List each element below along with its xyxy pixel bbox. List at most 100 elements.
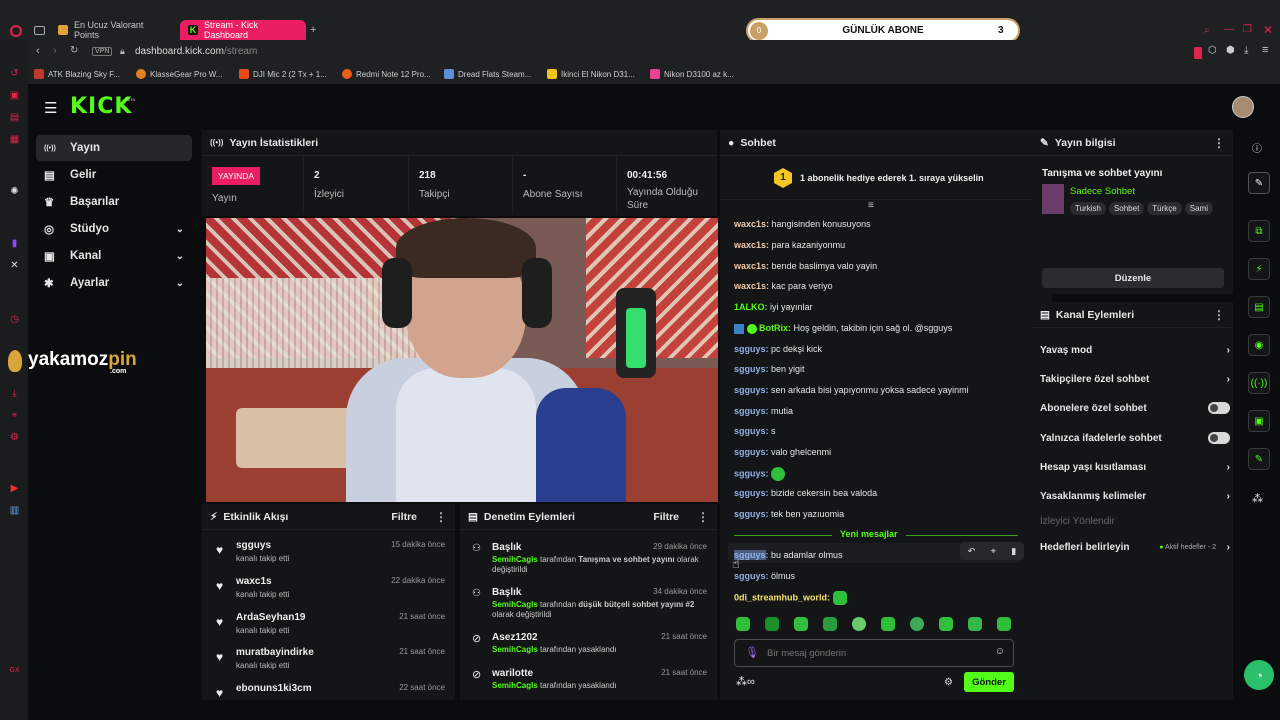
- mod-actor[interactable]: SemihCagls: [492, 600, 538, 609]
- pin-message-icon[interactable]: ⌖: [991, 546, 996, 557]
- maximize-icon[interactable]: ❐: [1243, 24, 1252, 35]
- emote-icon[interactable]: [765, 617, 779, 631]
- send-button[interactable]: Gönder: [964, 672, 1014, 692]
- action-account-age[interactable]: Hesap yaşı kısıtlaması ›: [1040, 457, 1230, 477]
- youtube-icon[interactable]: ▶: [9, 483, 20, 494]
- bookmark-item[interactable]: KlasseGear Pro W...: [136, 69, 222, 79]
- extensions-icon[interactable]: ⬡: [1208, 45, 1217, 56]
- support-chat-button[interactable]: ◔: [1244, 660, 1274, 690]
- activity-user[interactable]: waxc1s: [236, 576, 272, 587]
- chat-user[interactable]: sgguys: [734, 509, 766, 519]
- pin-icon[interactable]: ⌖: [9, 410, 20, 421]
- wallet-icon[interactable]: ▤: [9, 112, 20, 123]
- action-goals[interactable]: Hedefleri belirleyin ● Aktif hedefler - 2…: [1040, 537, 1230, 557]
- edit-tool-icon[interactable]: ✎: [1248, 172, 1270, 194]
- nav-item-gelir[interactable]: ▤ Gelir: [36, 162, 192, 188]
- kick-dots-icon[interactable]: ⁂∞: [736, 675, 755, 688]
- hamburger-menu-icon[interactable]: ☰: [44, 99, 57, 117]
- mod-title[interactable]: Asez1202: [492, 632, 538, 643]
- more-options-icon[interactable]: ⋮: [435, 510, 447, 524]
- mod-tool-icon[interactable]: ▣: [1248, 410, 1270, 432]
- back-icon[interactable]: ‹: [36, 45, 40, 57]
- gx-icon[interactable]: GX: [9, 665, 20, 676]
- close-icon[interactable]: ✕: [1263, 23, 1273, 37]
- activity-user[interactable]: muratbayindirke: [236, 647, 314, 658]
- forward-icon[interactable]: ›: [53, 45, 57, 57]
- info-icon[interactable]: ⓘ: [1252, 140, 1262, 155]
- tag[interactable]: Türkçe: [1147, 202, 1182, 215]
- action-followers-only[interactable]: Takipçilere özel sohbet ›: [1040, 369, 1230, 389]
- ai-icon[interactable]: ✺: [9, 186, 20, 197]
- chevron-down-icon[interactable]: ⌄: [176, 278, 184, 289]
- nav-item-basarilar[interactable]: ♛ Başarılar: [36, 189, 192, 215]
- chat-user[interactable]: waxc1s: [734, 281, 766, 291]
- bag-icon[interactable]: ▣: [9, 90, 20, 101]
- emote-icon[interactable]: [939, 617, 953, 631]
- chat-user[interactable]: waxc1s: [734, 261, 766, 271]
- twitch-icon[interactable]: ▮: [9, 238, 20, 249]
- emoji-icon[interactable]: ☺: [995, 646, 1005, 657]
- wrench-tool-icon[interactable]: ✎: [1248, 448, 1270, 470]
- emote-icon[interactable]: [968, 617, 982, 631]
- chat-user[interactable]: sgguys: [734, 426, 766, 436]
- kick-dots-icon[interactable]: ⁂: [1252, 492, 1263, 505]
- new-tab-button[interactable]: +: [310, 24, 316, 36]
- settings-side-icon[interactable]: ⚙: [9, 432, 20, 443]
- tag[interactable]: Turkish: [1070, 202, 1106, 215]
- chat-user[interactable]: sgguys: [734, 447, 766, 457]
- chat-user[interactable]: sgguys: [734, 385, 766, 395]
- mod-title[interactable]: warilotte: [492, 668, 533, 679]
- vpn-badge[interactable]: VPN: [92, 47, 113, 56]
- stream-video-preview[interactable]: [206, 218, 718, 502]
- activity-user[interactable]: ArdaSeyhan19: [236, 612, 305, 623]
- bookmark-item[interactable]: Dread Flats Steam...: [444, 69, 531, 79]
- edit-button[interactable]: Düzenle: [1042, 268, 1224, 288]
- bookmark-item[interactable]: Redmi Note 12 Pro...: [342, 69, 431, 79]
- history-icon[interactable]: ↺: [9, 68, 20, 79]
- minimize-icon[interactable]: —: [1224, 24, 1234, 35]
- delete-icon[interactable]: ▮: [1011, 546, 1016, 557]
- lightning-tool-icon[interactable]: ⚡︎: [1248, 258, 1270, 280]
- chevron-down-icon[interactable]: ⌄: [176, 224, 184, 235]
- emote-icon[interactable]: [852, 617, 866, 631]
- nav-item-ayarlar[interactable]: ✱ Ayarlar ⌄: [36, 270, 192, 296]
- menu-icon[interactable]: ≡: [1262, 44, 1268, 56]
- action-slow-mode[interactable]: Yavaş mod ›: [1040, 340, 1230, 360]
- filter-button[interactable]: Filtre: [653, 511, 679, 523]
- notes-tool-icon[interactable]: ▤: [1248, 296, 1270, 318]
- emote-icon[interactable]: [823, 617, 837, 631]
- chat-user[interactable]: sgguys: [734, 488, 766, 498]
- chat-user[interactable]: 0di_streamhub_world: [734, 592, 827, 602]
- mod-actor[interactable]: SemihCagls: [492, 645, 538, 654]
- filter-button[interactable]: Filtre: [391, 511, 417, 523]
- opera-logo-icon[interactable]: [10, 25, 22, 37]
- chat-user[interactable]: waxc1s: [734, 240, 766, 250]
- search-icon[interactable]: ⌕: [1204, 25, 1210, 36]
- kick-logo[interactable]: KICK: [70, 94, 132, 119]
- bookmark-item[interactable]: Nikon D3100 az k...: [650, 69, 734, 79]
- chat-input[interactable]: [767, 645, 987, 661]
- tag[interactable]: Sohbet: [1108, 202, 1145, 215]
- chat-user[interactable]: 1ALKO: [734, 302, 765, 312]
- nav-item-yayin[interactable]: ((•)) Yayın: [36, 135, 192, 161]
- chat-input-box[interactable]: 🎙︎ ☺: [734, 639, 1014, 667]
- activity-user[interactable]: sgguys: [236, 540, 271, 551]
- user-avatar[interactable]: [1232, 96, 1254, 118]
- tab-kick-dashboard[interactable]: K Stream - Kick Dashboard: [180, 20, 306, 40]
- emote-icon[interactable]: [910, 617, 924, 631]
- chat-user[interactable]: sgguys: [734, 571, 766, 581]
- subscribers-only-toggle[interactable]: [1208, 402, 1230, 414]
- microphone-icon[interactable]: 🎙︎: [745, 646, 759, 659]
- x-icon[interactable]: ✕: [9, 260, 20, 271]
- more-options-icon[interactable]: ⋮: [697, 510, 709, 524]
- emotes-only-toggle[interactable]: [1208, 432, 1230, 444]
- chat-user[interactable]: BotRix: [759, 323, 788, 333]
- mod-actor[interactable]: SemihCagls: [492, 555, 538, 564]
- clock-icon[interactable]: ◷: [9, 314, 20, 325]
- download-icon[interactable]: ⤓: [1244, 45, 1248, 56]
- chat-user[interactable]: sgguys: [734, 406, 766, 416]
- download-side-icon[interactable]: ⤓: [9, 388, 20, 399]
- nav-item-kanal[interactable]: ▣ Kanal ⌄: [36, 243, 192, 269]
- action-banned-words[interactable]: Yasaklanmış kelimeler ›: [1040, 486, 1230, 506]
- tab-list-icon[interactable]: [34, 26, 45, 35]
